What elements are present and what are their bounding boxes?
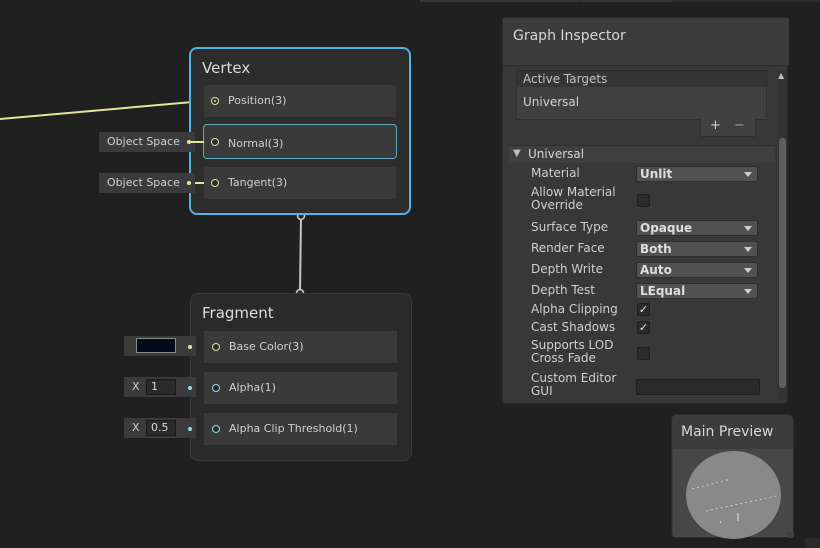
chevron-down-icon: [744, 289, 752, 294]
alpha-value-field[interactable]: 1: [146, 379, 176, 395]
alpha-clip-port[interactable]: [212, 425, 220, 433]
chevron-down-icon: [744, 172, 752, 177]
active-target-item[interactable]: Universal: [523, 95, 579, 109]
tangent-space-input[interactable]: Object Space: [99, 173, 195, 193]
resize-handle[interactable]: [787, 532, 794, 538]
custom-editor-gui-field[interactable]: [636, 379, 760, 395]
surface-type-label: Surface Type: [531, 220, 609, 234]
alpha-input[interactable]: X 1: [124, 377, 196, 397]
material-label: Material: [531, 166, 580, 180]
allow-override-label: Allow Material Override: [531, 185, 616, 212]
active-targets-list: Active Targets Universal: [516, 70, 767, 120]
alpha-clip-input[interactable]: X 0.5: [124, 418, 196, 438]
remove-target-button[interactable]: −: [734, 118, 745, 133]
window-corner: [805, 538, 820, 548]
target-list-controls: + −: [700, 118, 756, 137]
main-preview-panel[interactable]: Main Preview: [671, 414, 794, 539]
triangle-down-icon[interactable]: ▼: [513, 148, 521, 159]
depth-write-value: Auto: [640, 263, 672, 277]
fragment-slot-label: Alpha(1): [229, 381, 276, 394]
base-color-port[interactable]: [212, 343, 220, 351]
graph-inspector-panel: Graph Inspector Active Targets Universal…: [502, 17, 789, 404]
material-value: Unlit: [640, 167, 673, 181]
material-dropdown[interactable]: Unlit: [636, 166, 758, 182]
fragment-slot-alpha[interactable]: Alpha(1): [204, 372, 397, 404]
surface-type-dropdown[interactable]: Opaque: [636, 220, 758, 236]
fragment-slot-label: Alpha Clip Threshold(1): [229, 422, 358, 435]
render-face-value: Both: [640, 242, 672, 256]
sphere-shading: [691, 478, 777, 524]
chevron-down-icon: [744, 247, 752, 252]
depth-test-dropdown[interactable]: LEqual: [636, 283, 758, 299]
preview-viewport[interactable]: [673, 449, 793, 539]
alpha-clipping-label: Alpha Clipping: [531, 302, 618, 316]
chevron-down-icon: [744, 226, 752, 231]
depth-test-label: Depth Test: [531, 283, 595, 297]
supports-lod-label: Supports LOD Cross Fade: [531, 338, 614, 365]
alpha-x-label: X: [132, 380, 140, 393]
main-preview-title: Main Preview: [681, 424, 774, 440]
inspector-scroll-thumb[interactable]: [779, 138, 786, 388]
active-targets-header: Active Targets: [517, 71, 766, 87]
add-target-button[interactable]: +: [710, 118, 721, 133]
preview-sphere: [686, 451, 781, 539]
fragment-slot-alpha-clip[interactable]: Alpha Clip Threshold(1): [204, 413, 397, 445]
supports-lod-checkbox[interactable]: [637, 347, 650, 360]
alpha-clip-value-field[interactable]: 0.5: [146, 420, 176, 436]
base-color-input-dot: [188, 345, 192, 349]
depth-test-value: LEqual: [640, 284, 686, 298]
alpha-clip-x-label: X: [132, 421, 140, 434]
inspector-header[interactable]: Graph Inspector: [503, 18, 789, 66]
alpha-clipping-checkbox[interactable]: ✓: [637, 303, 650, 316]
fragment-node-title: Fragment: [202, 304, 274, 322]
chevron-down-icon: [744, 268, 752, 273]
alpha-input-dot: [188, 386, 192, 390]
render-face-label: Render Face: [531, 241, 605, 255]
base-color-swatch[interactable]: [136, 338, 176, 353]
base-color-input[interactable]: [124, 336, 196, 356]
fragment-slot-base-color[interactable]: Base Color(3): [204, 331, 397, 363]
custom-editor-gui-label: Custom Editor GUI: [531, 371, 617, 398]
depth-write-label: Depth Write: [531, 262, 604, 276]
allow-override-checkbox[interactable]: [637, 194, 650, 207]
tangent-input-dot: [187, 181, 191, 185]
universal-section-title: Universal: [528, 147, 585, 161]
cast-shadows-label: Cast Shadows: [531, 320, 616, 334]
cast-shadows-checkbox[interactable]: ✓: [637, 321, 650, 334]
fragment-slot-label: Base Color(3): [229, 340, 304, 353]
active-targets-title: Active Targets: [523, 72, 608, 86]
render-face-dropdown[interactable]: Both: [636, 241, 758, 257]
depth-write-dropdown[interactable]: Auto: [636, 262, 758, 278]
surface-type-value: Opaque: [640, 221, 693, 235]
inspector-title: Graph Inspector: [513, 28, 626, 44]
alpha-clip-input-dot: [188, 427, 192, 431]
scroll-up-icon[interactable]: ▲: [778, 71, 784, 80]
alpha-port[interactable]: [212, 384, 220, 392]
universal-foldout[interactable]: ▼ Universal: [509, 145, 775, 163]
